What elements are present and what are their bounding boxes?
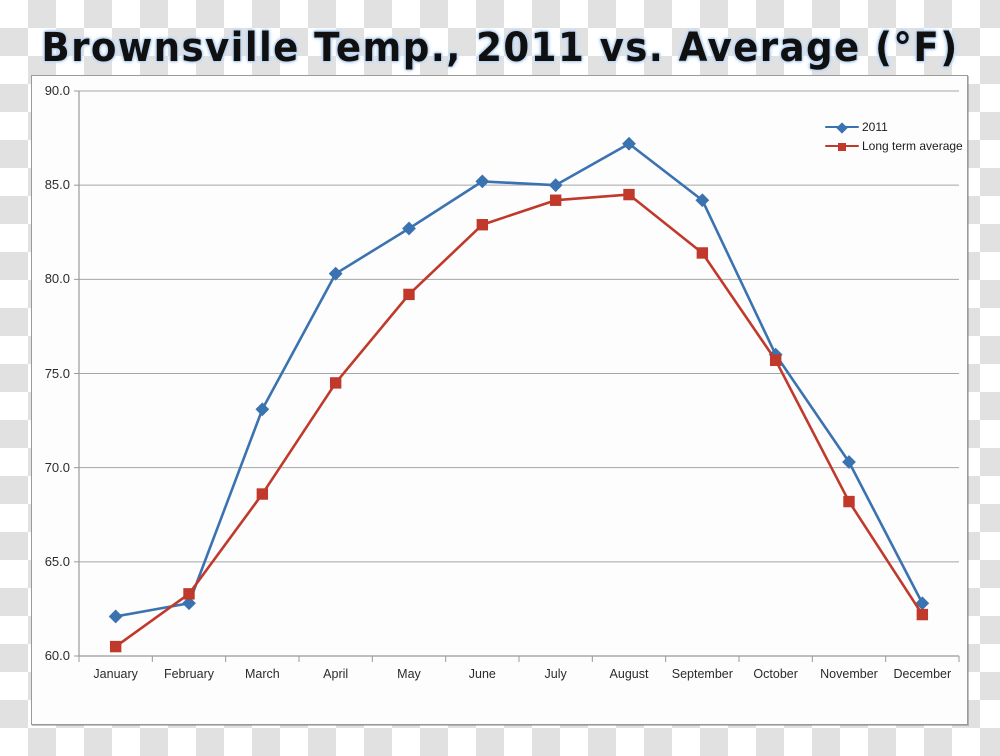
data-point-marker — [329, 377, 342, 389]
x-axis-tick-label: April — [323, 667, 349, 681]
y-axis-tick-label: 70.0 — [44, 459, 70, 475]
legend-swatch-icon — [825, 140, 859, 152]
data-point-marker — [108, 609, 123, 624]
x-axis-tick-label: January — [93, 667, 138, 681]
legend-label: Long term average — [862, 138, 963, 153]
x-axis-tick-label: October — [753, 667, 798, 681]
x-axis-tick-label: February — [163, 667, 214, 681]
series-line-1 — [114, 193, 924, 648]
data-point-marker — [843, 495, 855, 508]
line-chart-svg — [74, 90, 960, 662]
data-point-marker — [183, 588, 195, 600]
data-point-marker — [623, 188, 635, 201]
chart-legend: 2011 Long term average — [825, 117, 963, 155]
series-line-0 — [114, 142, 924, 618]
x-axis-tick-label: November — [820, 667, 878, 681]
data-point-marker — [548, 178, 563, 193]
data-point-marker — [402, 221, 416, 236]
y-axis-tick-label: 75.0 — [44, 365, 70, 381]
legend-item-long-term-average[interactable]: Long term average — [825, 136, 963, 155]
y-axis-tick-label: 65.0 — [44, 553, 70, 569]
data-point-marker — [476, 219, 489, 231]
plot-area: 90.0 85.0 80.0 75.0 70.0 65.0 60.0 January Febr… — [32, 76, 969, 726]
y-axis-tick-label: 60.0 — [44, 648, 70, 663]
legend-item-2011[interactable]: 2011 — [825, 117, 963, 136]
data-point-marker — [916, 608, 929, 621]
x-axis-tick-label: December — [893, 667, 952, 681]
data-point-marker — [255, 402, 270, 417]
data-point-marker — [549, 194, 562, 206]
y-axis-tick-label: 80.0 — [44, 271, 70, 287]
data-point-marker — [109, 640, 122, 653]
legend-label: 2011 — [862, 119, 888, 134]
data-point-marker — [696, 247, 709, 259]
chart-title: Brownsville Temp., 2011 vs. Average (°F) — [41, 25, 959, 71]
x-axis-tick-label: August — [609, 667, 649, 681]
y-axis-tick-label: 90.0 — [44, 83, 70, 98]
legend-swatch-icon — [825, 121, 859, 134]
data-point-marker — [769, 354, 782, 367]
data-point-marker — [256, 488, 269, 500]
data-point-marker — [403, 288, 415, 301]
x-axis-tick-label: March — [244, 667, 280, 681]
x-axis-tick-label: July — [544, 667, 567, 681]
x-axis-tick-label: May — [397, 667, 421, 681]
y-axis-tick-label: 85.0 — [44, 177, 70, 193]
x-axis-tick-label: September — [671, 667, 733, 681]
data-point-marker — [328, 266, 343, 281]
data-point-marker — [475, 174, 490, 189]
x-axis-tick-label: June — [468, 667, 496, 681]
chart-panel: 90.0 85.0 80.0 75.0 70.0 65.0 60.0 January Febr… — [31, 75, 968, 725]
